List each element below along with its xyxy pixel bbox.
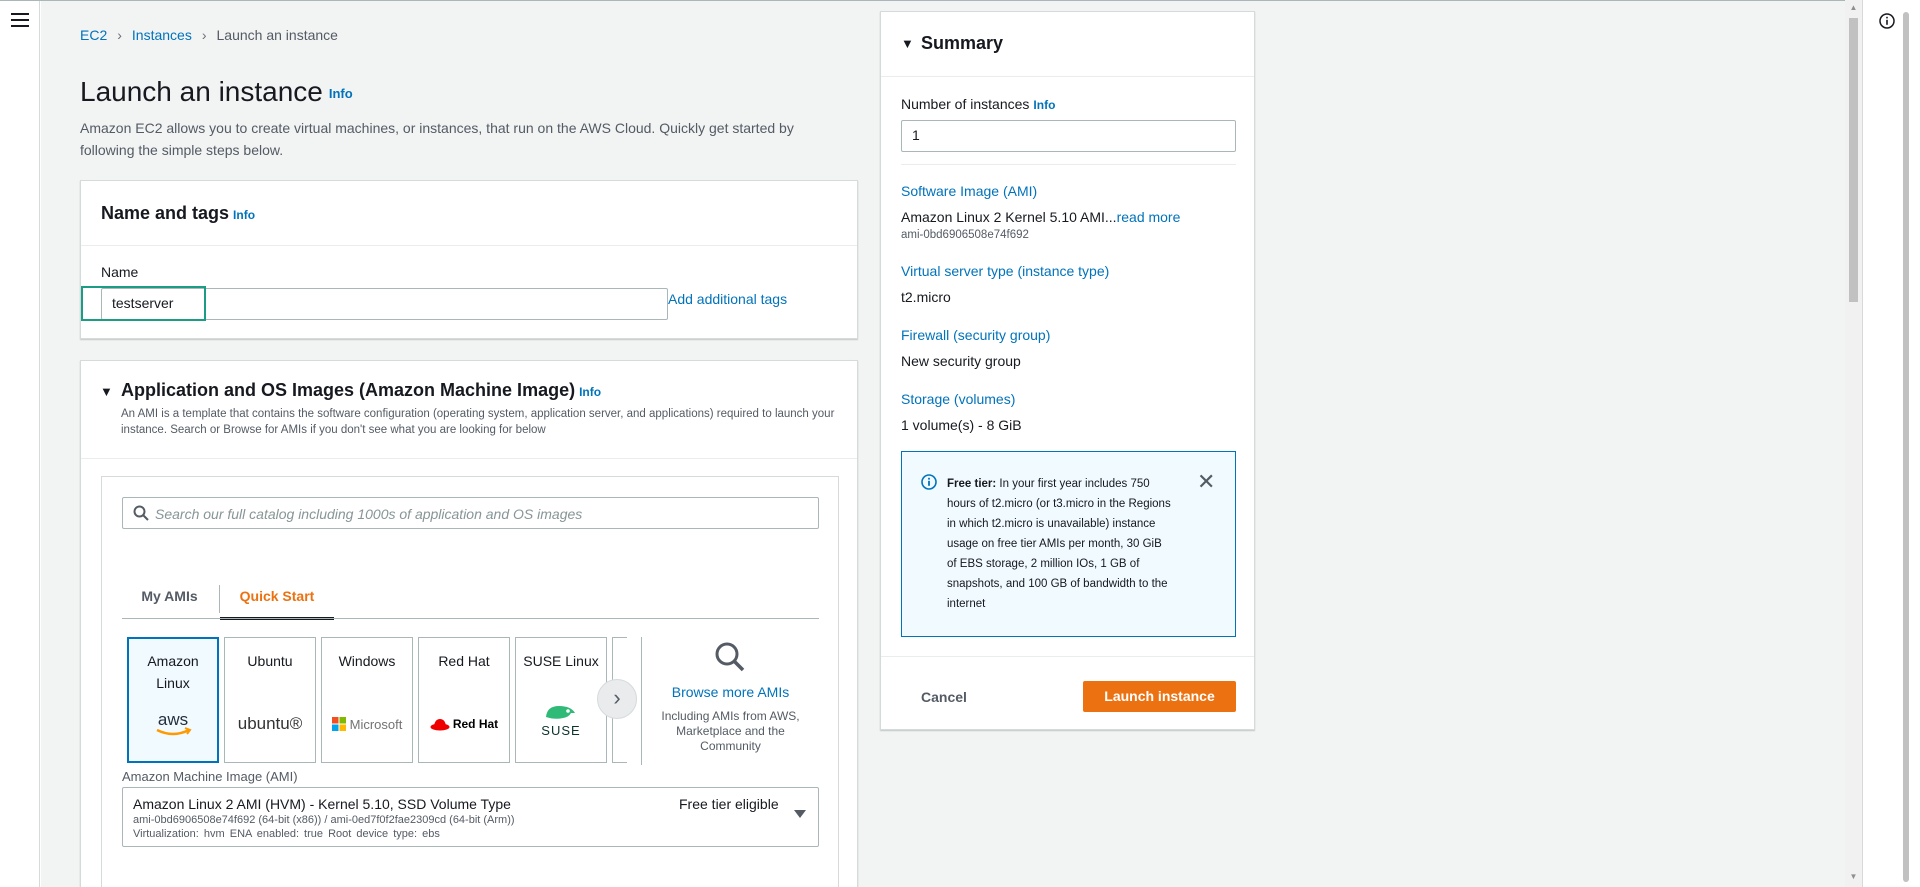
search-icon — [133, 505, 149, 521]
cancel-button[interactable]: Cancel — [921, 689, 967, 705]
panel-divider — [81, 245, 857, 246]
breadcrumb-ec2[interactable]: EC2 — [80, 27, 107, 43]
software-image-value: Amazon Linux 2 Kernel 5.10 AMI...read mo… — [901, 209, 1181, 225]
breadcrumb-current: Launch an instance — [216, 27, 338, 43]
read-more-link[interactable]: read more — [1117, 209, 1181, 225]
free-tier-text: Free tier: In your first year includes 7… — [947, 478, 1171, 610]
tile-label: Red Hat — [438, 653, 490, 669]
panel-divider — [81, 458, 857, 459]
free-tier-badge: Free tier eligible — [679, 796, 779, 812]
instance-type-value: t2.micro — [901, 289, 951, 305]
tile-label: SUSE Linux — [523, 653, 599, 669]
ami-title: Application and OS Images (Amazon Machin… — [121, 380, 576, 400]
search-icon — [715, 642, 745, 672]
top-border — [0, 0, 1920, 1]
microsoft-logo-icon: Microsoft — [322, 706, 412, 742]
menu-icon[interactable] — [11, 13, 29, 27]
tile-label: Windows — [338, 653, 396, 669]
close-icon[interactable]: ✕ — [1197, 469, 1215, 495]
scrollbar-thumb[interactable] — [1849, 18, 1858, 302]
chevron-right-icon: › — [201, 27, 207, 43]
caret-down-icon[interactable]: ▼ — [901, 36, 914, 51]
ami-description: An AMI is a template that contains the s… — [121, 408, 835, 436]
name-tags-heading: Name and tags Info — [101, 203, 255, 224]
tabs-underline — [122, 618, 819, 619]
aws-logo-icon: aws — [128, 706, 218, 742]
ami-name: Amazon Linux 2 AMI (HVM) - Kernel 5.10, … — [133, 796, 511, 812]
name-tags-info-link[interactable]: Info — [233, 208, 255, 222]
chevron-right-icon: › — [117, 27, 122, 43]
name-label: Name — [101, 264, 139, 280]
ami-search-input[interactable]: Search our full catalog including 1000s … — [122, 497, 819, 529]
tile-ubuntu[interactable]: Ubuntu ubuntu® — [224, 637, 316, 763]
add-tags-link[interactable]: Add additional tags — [668, 291, 787, 307]
ami-select-label: Amazon Machine Image (AMI) — [122, 769, 298, 784]
launch-instance-button[interactable]: Launch instance — [1083, 681, 1236, 712]
ami-selector: Search our full catalog including 1000s … — [101, 476, 839, 887]
page-title-row: Launch an instance Info — [80, 76, 353, 108]
storage-value: 1 volume(s) - 8 GiB — [901, 417, 1022, 433]
chevron-right-icon[interactable]: › — [597, 679, 637, 719]
ami-ids: ami-0bd6906508e74f692 (64-bit (x86)) / a… — [133, 814, 515, 826]
redhat-logo-icon: Red Hat — [419, 706, 509, 742]
tile-red-hat[interactable]: Red Hat Red Hat — [418, 637, 510, 763]
breadcrumb-instances[interactable]: Instances — [132, 27, 192, 43]
summary-separator — [901, 164, 1236, 165]
info-icon — [921, 474, 937, 490]
breadcrumb: EC2 › Instances › Launch an instance — [80, 27, 338, 43]
caret-down-icon[interactable] — [794, 810, 806, 818]
ubuntu-logo-icon: ubuntu® — [237, 714, 303, 733]
os-tiles: Amazon Linux aws Ubuntu ubuntu® Windows — [122, 637, 627, 765]
firewall-value: New security group — [901, 353, 1021, 369]
tile-label: Amazon Linux — [147, 653, 199, 691]
storage-link[interactable]: Storage (volumes) — [901, 391, 1015, 407]
info-icon[interactable] — [1879, 13, 1895, 29]
ami-meta: Virtualization: hvm ENA enabled: true Ro… — [133, 828, 440, 840]
ami-panel: ▼ Application and OS Images (Amazon Mach… — [80, 360, 858, 887]
panel-divider — [881, 76, 1254, 77]
name-tags-panel: Name and tags Info Name testserver Add ad… — [80, 180, 858, 339]
ami-select[interactable]: Amazon Linux 2 AMI (HVM) - Kernel 5.10, … — [122, 787, 819, 847]
right-help-rail — [1862, 0, 1920, 887]
scroll-down-arrow-icon[interactable]: ▼ — [1849, 872, 1858, 881]
firewall-link[interactable]: Firewall (security group) — [901, 327, 1050, 343]
focus-highlight — [81, 286, 206, 321]
search-placeholder: Search our full catalog including 1000s … — [155, 506, 583, 522]
num-instances-input[interactable]: 1 — [901, 120, 1236, 152]
summary-panel: ▼ Summary Number of instances Info 1 Soft… — [880, 11, 1255, 730]
browse-more-amis-link[interactable]: Browse more AMIs — [642, 684, 819, 700]
browse-more-amis[interactable]: Browse more AMIs Including AMIs from AWS… — [642, 637, 819, 765]
ami-info-link[interactable]: Info — [579, 385, 601, 399]
software-image-id: ami-0bd6906508e74f692 — [901, 229, 1029, 241]
page-title: Launch an instance — [80, 76, 323, 107]
page-intro: Amazon EC2 allows you to create virtual … — [80, 120, 794, 158]
tile-label: Ubuntu — [247, 653, 293, 669]
tile-amazon-linux[interactable]: Amazon Linux aws — [127, 637, 219, 763]
free-tier-alert: Free tier: In your first year includes 7… — [901, 451, 1236, 637]
name-tags-title: Name and tags — [101, 203, 230, 223]
scroll-up-arrow-icon[interactable]: ▲ — [1849, 3, 1858, 12]
tile-suse-linux[interactable]: SUSE Linux SUSE — [515, 637, 607, 763]
summary-title[interactable]: Summary — [921, 33, 1003, 54]
browse-description: Including AMIs from AWS, Marketplace and… — [661, 709, 800, 753]
instance-type-link[interactable]: Virtual server type (instance type) — [901, 263, 1109, 279]
suse-logo-icon: SUSE — [516, 702, 606, 738]
outer-scrollbar[interactable] — [1903, 12, 1909, 882]
tab-quick-start[interactable]: Quick Start — [220, 580, 334, 620]
tab-my-amis[interactable]: My AMIs — [122, 580, 217, 618]
num-instances-label: Number of instances Info — [901, 96, 1056, 112]
num-instances-info-link[interactable]: Info — [1033, 98, 1055, 112]
svg-text:aws: aws — [158, 710, 188, 729]
panel-divider — [881, 656, 1254, 657]
caret-down-icon[interactable]: ▼ — [100, 384, 113, 399]
software-image-link[interactable]: Software Image (AMI) — [901, 183, 1037, 199]
ami-heading[interactable]: Application and OS Images (Amazon Machin… — [121, 380, 601, 401]
left-nav-rail — [0, 0, 40, 887]
page-info-link[interactable]: Info — [329, 86, 353, 101]
tile-windows[interactable]: Windows Microsoft — [321, 637, 413, 763]
